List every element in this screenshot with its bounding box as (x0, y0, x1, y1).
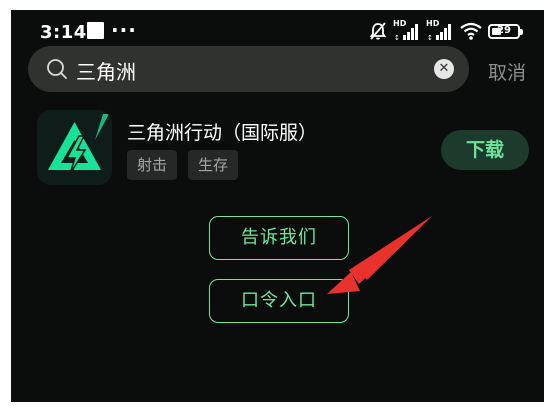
search-input[interactable]: 三角洲 (76, 56, 136, 85)
signal-hd-icon: HD ↕ (393, 19, 421, 42)
tag-survival: 生存 (188, 150, 239, 180)
tag-shooting: 射击 (127, 150, 178, 180)
clear-search-icon[interactable]: ✕ (434, 59, 454, 79)
phone-screen: 3:14 ··· HD ↕ HD ↕ 29 三角洲 ✕ 取消 三角洲行动（国际服… (11, 10, 544, 402)
status-bar: 3:14 ··· HD ↕ HD ↕ 29 (11, 10, 544, 48)
square-notification-icon (87, 22, 104, 39)
cancel-button[interactable]: 取消 (488, 58, 526, 85)
search-icon (47, 59, 67, 79)
status-icons: HD ↕ HD ↕ 29 (368, 19, 523, 42)
battery-cap (520, 28, 523, 35)
battery-level: 29 (497, 24, 511, 36)
signal-hd-icon-2: HD ↕ (426, 19, 454, 42)
search-box[interactable]: 三角洲 ✕ (28, 46, 469, 92)
tell-us-button[interactable]: 告诉我们 (209, 216, 349, 260)
battery-icon: 29 (488, 23, 523, 39)
app-icon[interactable] (37, 110, 112, 185)
code-entry-button[interactable]: 口令入口 (209, 279, 349, 323)
download-button[interactable]: 下载 (441, 130, 529, 170)
wifi-icon (460, 22, 482, 40)
app-title[interactable]: 三角洲行动（国际服） (127, 118, 317, 145)
bell-muted-icon (369, 22, 387, 40)
status-time: 3:14 (40, 22, 87, 43)
svg-text:↕: ↕ (427, 34, 433, 42)
more-notifications-icon: ··· (111, 18, 137, 42)
svg-text:↕: ↕ (394, 34, 400, 42)
